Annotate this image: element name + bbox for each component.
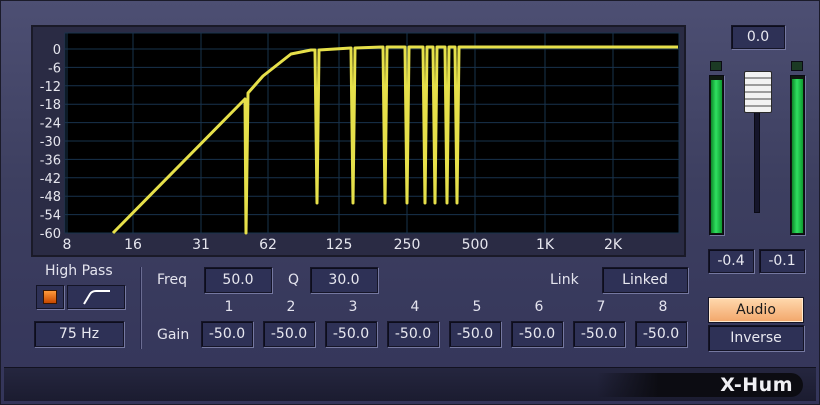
x-tick-label: 250 (394, 237, 421, 253)
band-number-label: 1 (224, 299, 234, 315)
q-label: Q (288, 272, 300, 288)
y-tick-label: -48 (40, 190, 61, 205)
y-tick-label: -36 (40, 153, 61, 168)
frequency-response-graph: 0 -6 -12 -18 -24 -30 -36 -42 -48 -54 -60 8 16 31 62 12… (33, 27, 684, 255)
x-tick-label: 62 (259, 237, 277, 253)
link-label: Link (550, 272, 579, 288)
band-gain-field[interactable]: -50.0 (511, 321, 563, 347)
band-number-label: 6 (534, 299, 544, 315)
x-tick-label: 31 (192, 237, 210, 253)
freq-field[interactable]: 50.0 (204, 267, 272, 293)
x-tick-label: 1K (536, 237, 555, 253)
band-gain-field[interactable]: -50.0 (573, 321, 625, 347)
x-tick-label: 8 (63, 237, 72, 253)
meter-right-clip-indicator (791, 61, 803, 71)
x-hum-plugin-window: 0 -6 -12 -18 -24 -30 -36 -42 -48 -54 -60 8 16 31 62 12… (0, 0, 820, 405)
x-tick-label: 500 (462, 237, 489, 253)
y-tick-label: -30 (40, 135, 61, 150)
band-number-label: 2 (286, 299, 296, 315)
meter-left (709, 75, 724, 235)
output-fader-handle[interactable] (744, 71, 772, 113)
inverse-mode-button[interactable]: Inverse (708, 325, 804, 351)
plugin-brand-logo: X-Hum (720, 374, 793, 396)
highpass-frequency-field[interactable]: 75 Hz (34, 321, 124, 347)
highpass-enable-toggle[interactable] (36, 285, 64, 309)
meter-right-peak-display: -0.1 (759, 249, 805, 273)
y-tick-label: -24 (40, 117, 61, 132)
y-tick-label: -6 (48, 61, 61, 76)
section-divider (140, 267, 142, 349)
highpass-led-icon (43, 290, 57, 304)
x-tick-label: 2K (604, 237, 623, 253)
link-selector[interactable]: Linked (602, 267, 688, 293)
meter-left-level (711, 80, 722, 233)
x-tick-label: 125 (326, 237, 353, 253)
highpass-title: High Pass (45, 263, 113, 279)
band-gain-field[interactable]: -50.0 (387, 321, 439, 347)
y-tick-label: -60 (40, 227, 61, 242)
y-tick-label: -54 (40, 209, 61, 224)
audio-mode-button[interactable]: Audio (708, 297, 804, 323)
highpass-slope-button[interactable] (67, 285, 125, 309)
band-number-label: 3 (348, 299, 358, 315)
highpass-curve-icon (83, 290, 110, 305)
x-tick-label: 16 (124, 237, 142, 253)
band-gain-field[interactable]: -50.0 (201, 321, 253, 347)
band-number-label: 4 (410, 299, 420, 315)
fader-value-display[interactable]: 0.0 (731, 25, 785, 49)
y-tick-label: -18 (40, 98, 61, 113)
freq-label: Freq (157, 272, 187, 288)
y-tick-label: -42 (40, 172, 61, 187)
band-number-label: 8 (658, 299, 668, 315)
y-tick-label: -12 (40, 80, 61, 95)
band-gain-field[interactable]: -50.0 (325, 321, 377, 347)
band-gain-field[interactable]: -50.0 (449, 321, 501, 347)
frequency-response-panel: 0 -6 -12 -18 -24 -30 -36 -42 -48 -54 -60 8 16 31 62 12… (31, 25, 686, 257)
meter-left-clip-indicator (710, 61, 722, 71)
gain-label: Gain (157, 327, 190, 343)
band-gain-field[interactable]: -50.0 (263, 321, 315, 347)
band-number-label: 7 (596, 299, 606, 315)
y-tick-label: 0 (53, 43, 61, 58)
q-field[interactable]: 30.0 (310, 267, 378, 293)
meter-right-level (792, 79, 803, 233)
meter-right (790, 75, 805, 235)
meter-left-peak-display: -0.4 (708, 249, 754, 273)
band-number-label: 5 (472, 299, 482, 315)
band-gain-field[interactable]: -50.0 (635, 321, 687, 347)
